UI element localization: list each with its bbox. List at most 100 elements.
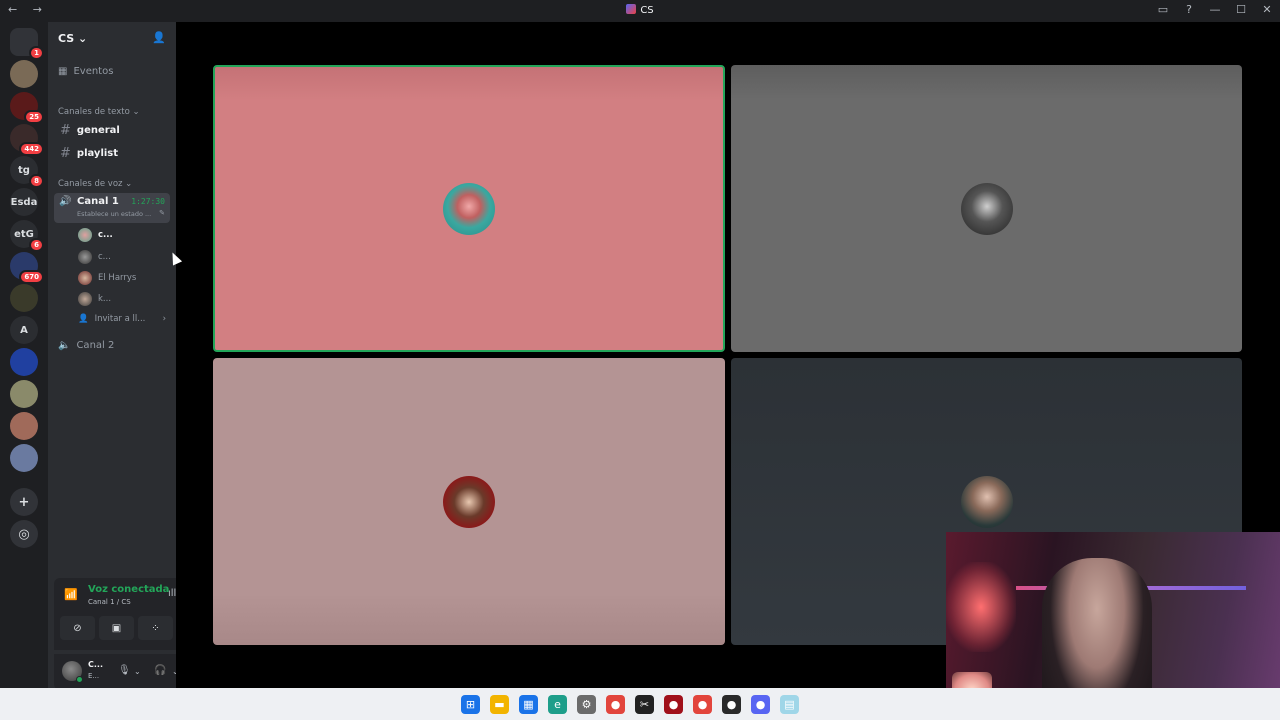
- server-icon-server-etg[interactable]: etG 6: [10, 220, 44, 252]
- server-icon-server-a[interactable]: A: [10, 316, 38, 344]
- voice-channel-name: Canal 1: [77, 196, 119, 207]
- avatar: [78, 250, 92, 264]
- activities-button[interactable]: ⁘: [138, 616, 173, 640]
- file-explorer-icon[interactable]: ▬: [490, 694, 509, 714]
- red-app-icon[interactable]: ●: [664, 694, 683, 714]
- server-name: CS: [58, 31, 75, 45]
- avatar: [960, 182, 1013, 235]
- voice-channel-canal-1[interactable]: 🔊 Canal 1 1:27:30 Establece un estado ..…: [54, 193, 170, 223]
- server-icon-discord-home[interactable]: 1: [10, 28, 44, 60]
- chevron-down-icon: ⌄: [78, 31, 88, 45]
- server-icon-server-8[interactable]: 670: [10, 252, 44, 284]
- channel-general[interactable]: # general: [58, 120, 170, 140]
- server-label: A: [20, 324, 28, 336]
- capcut-icon[interactable]: ✂: [635, 694, 654, 714]
- user-name[interactable]: C...: [88, 660, 103, 669]
- mention-badge: 8: [29, 174, 44, 188]
- voice-user[interactable]: k...: [78, 291, 111, 307]
- server-icon-server-14[interactable]: [10, 444, 38, 472]
- server-label: etG: [14, 228, 34, 240]
- add-user-icon: 👤: [78, 314, 89, 324]
- microphone-icon[interactable]: 🎙: [118, 665, 131, 676]
- channel-general-label: general: [76, 124, 120, 136]
- headphones-icon[interactable]: 🎧: [154, 665, 166, 676]
- invite-people-icon[interactable]: 👤: [152, 31, 166, 44]
- video-tile-grey[interactable]: [731, 65, 1242, 352]
- avatar: [78, 292, 92, 306]
- camera-off-icon: ⊘: [73, 622, 82, 634]
- avatar: [960, 475, 1013, 528]
- voice-status[interactable]: Establece un estado ...: [77, 210, 151, 218]
- server-header[interactable]: CS ⌄ 👤: [48, 22, 176, 54]
- chrome-2-icon[interactable]: ●: [693, 694, 712, 714]
- voice-user-name: k...: [98, 294, 112, 304]
- voice-connected-label[interactable]: Voz conectada: [88, 584, 169, 595]
- speaker-icon: 🔊: [59, 196, 72, 207]
- taskbar: ⊞ ▬ ▦ e ⚙ ● ✂ ● ● ● ● ▤: [0, 688, 1280, 720]
- server-icon-server-esda[interactable]: Esda: [10, 188, 38, 216]
- server-icon-server-13[interactable]: [10, 412, 38, 440]
- mention-badge: 670: [19, 270, 44, 284]
- inbox-icon[interactable]: ▭: [1156, 3, 1170, 16]
- pencil-icon[interactable]: ✎: [159, 209, 165, 217]
- mention-badge: 6: [29, 238, 44, 252]
- voice-user-name: El Harrys: [98, 273, 137, 283]
- avatar: [78, 228, 92, 242]
- app-dark-icon[interactable]: ●: [722, 694, 741, 714]
- help-icon[interactable]: ?: [1182, 3, 1196, 16]
- mention-badge: 25: [24, 110, 44, 124]
- video-tile-harrys[interactable]: [213, 358, 725, 645]
- server-icon-server-4[interactable]: 442: [10, 124, 44, 156]
- notepad-icon[interactable]: ▤: [780, 694, 799, 714]
- screen-share-icon: ▣: [111, 622, 122, 634]
- text-category[interactable]: Canales de texto ⌄: [58, 107, 140, 117]
- add-server-icon[interactable]: +: [10, 488, 38, 516]
- voice-connected-sub[interactable]: Canal 1 / CS: [88, 598, 131, 606]
- video-tile-speaking[interactable]: [213, 65, 725, 352]
- voice-category[interactable]: Canales de voz ⌄: [58, 179, 132, 189]
- server-icon-server-csgo[interactable]: [10, 348, 38, 376]
- server-icon-server-12[interactable]: [10, 380, 38, 408]
- server-label: tg: [18, 164, 30, 176]
- minimize-button[interactable]: —: [1208, 3, 1222, 16]
- discord-taskbar-icon[interactable]: ●: [751, 694, 770, 714]
- invite-to-voice[interactable]: 👤 Invitar a ll... ›: [78, 314, 166, 324]
- hash-icon: #: [60, 122, 71, 138]
- windows-start-icon[interactable]: ⊞: [461, 694, 480, 714]
- screen-share-button[interactable]: ▣: [99, 616, 134, 640]
- server-label: Esda: [10, 196, 38, 208]
- voice-timer: 1:27:30: [131, 197, 165, 206]
- title-bar: ← → CS ▭ ? — ☐ ✕: [0, 0, 1280, 22]
- chevron-right-icon: ›: [162, 314, 166, 324]
- chevron-down-icon[interactable]: ⌄: [134, 667, 141, 676]
- explore-icon[interactable]: ◎: [10, 520, 38, 548]
- channel-playlist-label: playlist: [76, 147, 119, 159]
- online-status-icon: [76, 676, 83, 683]
- events-link[interactable]: ▦ Eventos: [58, 66, 113, 77]
- channel-playlist[interactable]: # playlist: [58, 143, 170, 163]
- window-title: CS: [640, 5, 654, 16]
- edge-icon[interactable]: e: [548, 694, 567, 714]
- voice-category-label: Canales de voz: [58, 179, 123, 189]
- voice-channel-canal-2[interactable]: 🔈 Canal 2: [58, 340, 114, 351]
- voice-user-name: c...: [98, 252, 111, 262]
- server-icon: [626, 4, 637, 14]
- voice-user-name: c...: [98, 230, 113, 240]
- server-icon-server-2[interactable]: [10, 60, 38, 88]
- avatar: [443, 182, 495, 235]
- voice-channel-2-name: Canal 2: [76, 340, 115, 351]
- settings-icon[interactable]: ⚙: [577, 694, 596, 714]
- store-icon[interactable]: ▦: [519, 694, 538, 714]
- server-icon-server-3[interactable]: 25: [10, 92, 44, 124]
- maximize-button[interactable]: ☐: [1234, 3, 1248, 16]
- server-icon-server-9[interactable]: [10, 284, 38, 312]
- camera-off-button[interactable]: ⊘: [60, 616, 95, 640]
- signal-icon[interactable]: 📶: [64, 588, 78, 601]
- voice-user[interactable]: c...: [78, 249, 111, 265]
- voice-user[interactable]: c...: [78, 227, 113, 243]
- voice-user[interactable]: El Harrys: [78, 270, 136, 286]
- close-button[interactable]: ✕: [1260, 3, 1274, 16]
- mention-badge: 1: [29, 46, 44, 60]
- server-icon-server-tg[interactable]: tg 8: [10, 156, 44, 188]
- chrome-icon[interactable]: ●: [606, 694, 625, 714]
